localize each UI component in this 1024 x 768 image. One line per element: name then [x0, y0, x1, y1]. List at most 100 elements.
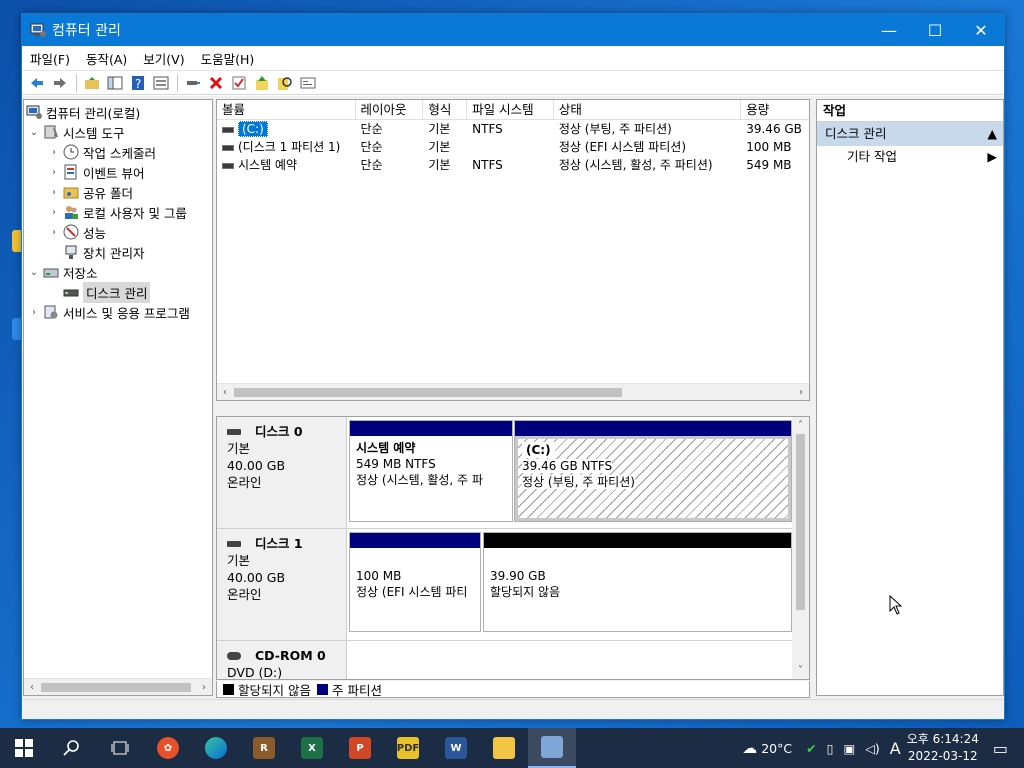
menu-view[interactable]: 보기(V)	[135, 49, 192, 68]
actions-group-disk-management[interactable]: 디스크 관리 ▲	[817, 122, 1003, 146]
menu-help[interactable]: 도움말(H)	[193, 49, 263, 68]
scrollbar-thumb[interactable]	[41, 683, 191, 692]
show-tree-icon[interactable]	[104, 73, 126, 93]
check-icon[interactable]	[228, 73, 250, 93]
connect-icon[interactable]	[182, 73, 204, 93]
edge-icon[interactable]	[192, 728, 240, 768]
weather-icon[interactable]: ☁	[742, 739, 757, 757]
tree-horizontal-scrollbar[interactable]: ‹ ›	[24, 678, 212, 695]
tree-item-task-scheduler[interactable]: › 작업 스케줄러	[48, 142, 156, 162]
tree-item-shared-folders[interactable]: › 공유 폴더	[48, 182, 133, 202]
start-icon[interactable]	[0, 728, 48, 768]
network-icon[interactable]: ▣	[843, 741, 855, 756]
scroll-down-icon[interactable]: ˅	[792, 662, 809, 679]
chevron-right-icon[interactable]: ›	[48, 167, 60, 178]
notification-icon[interactable]: ▭	[993, 739, 1008, 758]
disk-row[interactable]: 디스크 0 기본 40.00 GB 온라인 시스템 예약 549 MB NTFS…	[217, 417, 793, 529]
chevron-right-icon[interactable]: ›	[48, 227, 60, 238]
tree-item-disk-management[interactable]: 디스크 관리	[63, 281, 151, 303]
clock[interactable]: 오후 6:14:24 2022-03-12	[907, 731, 979, 765]
help-icon[interactable]: ?	[127, 73, 149, 93]
maximize-button[interactable]: ☐	[912, 14, 958, 46]
ime-indicator[interactable]: A	[890, 739, 901, 758]
winrar-icon[interactable]: R	[240, 728, 288, 768]
tree-item-local-users[interactable]: › 로컬 사용자 및 그룹	[48, 202, 187, 222]
menu-file[interactable]: 파일(F)	[22, 49, 78, 68]
disk-view-vertical-scrollbar[interactable]: ˄ ˅	[792, 417, 809, 679]
search-icon[interactable]	[48, 728, 96, 768]
storage-icon	[43, 268, 59, 278]
file-explorer-icon[interactable]	[480, 728, 528, 768]
scrollbar-thumb[interactable]	[234, 388, 622, 397]
legend-primary: 주 파티션	[331, 682, 382, 698]
partition[interactable]: 시스템 예약 549 MB NTFS 정상 (시스템, 활성, 주 파	[349, 420, 513, 522]
scroll-up-icon[interactable]: ˄	[792, 417, 809, 434]
tree-item-storage[interactable]: ⌄ 저장소	[28, 262, 98, 282]
tree-item-event-viewer[interactable]: › 이벤트 뷰어	[48, 162, 144, 182]
column-header-status[interactable]: 상태	[554, 100, 742, 119]
column-header-volume[interactable]: 볼륨	[217, 100, 356, 119]
chevron-right-icon[interactable]: ›	[48, 187, 60, 198]
chevron-right-icon[interactable]: ›	[48, 207, 60, 218]
tree-item-device-manager[interactable]: 장치 관리자	[63, 242, 144, 262]
tree-item-root[interactable]: 컴퓨터 관리(로컬)	[26, 102, 140, 122]
disk-row[interactable]: CD-ROM 0 DVD (D:)	[217, 641, 793, 679]
scroll-right-icon[interactable]: ›	[196, 679, 212, 695]
partition-selected[interactable]: (C:) 39.46 GB NTFS 정상 (부팅, 주 파티션)	[514, 420, 792, 522]
disk-info[interactable]: CD-ROM 0 DVD (D:)	[217, 641, 347, 679]
partition-unallocated[interactable]: 39.90 GB 할당되지 않음	[483, 532, 792, 632]
rescan-icon[interactable]	[297, 73, 319, 93]
partition-status: 정상 (부팅, 주 파티션)	[522, 475, 635, 489]
chevron-down-icon[interactable]: ⌄	[28, 127, 40, 138]
action-more-actions[interactable]: 기타 작업 ▶	[817, 146, 1003, 168]
chevron-right-icon[interactable]: ›	[48, 147, 60, 158]
chevron-right-icon[interactable]: ›	[28, 307, 40, 318]
volume-icon	[222, 162, 234, 169]
disk-row[interactable]: 디스크 1 기본 40.00 GB 온라인 100 MB 정상 (EFI 시스템…	[217, 529, 793, 641]
partition[interactable]: 100 MB 정상 (EFI 시스템 파티	[349, 532, 481, 632]
table-row[interactable]: (C:) 단순 기본 NTFS 정상 (부팅, 주 파티션) 39.46 GB	[217, 120, 809, 138]
properties-view-icon[interactable]	[150, 73, 172, 93]
excel-icon[interactable]: X	[288, 728, 336, 768]
paint-app-icon[interactable]: ✿	[144, 728, 192, 768]
minimize-button[interactable]: —	[866, 14, 912, 46]
disk-info[interactable]: 디스크 0 기본 40.00 GB 온라인	[217, 417, 347, 528]
table-row[interactable]: (디스크 1 파티션 1) 단순 기본 정상 (EFI 시스템 파티션) 100…	[217, 138, 809, 156]
usb-icon[interactable]: ▯	[827, 741, 834, 756]
scrollbar-thumb[interactable]	[796, 434, 805, 610]
menu-action[interactable]: 동작(A)	[78, 49, 135, 68]
scroll-left-icon[interactable]: ‹	[217, 384, 233, 400]
export-icon[interactable]	[251, 73, 273, 93]
powerpoint-icon[interactable]: P	[336, 728, 384, 768]
search-icon[interactable]	[274, 73, 296, 93]
column-header-capacity[interactable]: 용량	[741, 100, 809, 119]
column-header-filesystem[interactable]: 파일 시스템	[467, 100, 554, 119]
column-header-type[interactable]: 형식	[423, 100, 468, 119]
volume-name: (디스크 1 파티션 1)	[238, 140, 341, 154]
folder-up-icon[interactable]	[81, 73, 103, 93]
scroll-left-icon[interactable]: ‹	[24, 679, 40, 695]
close-button[interactable]: ✕	[958, 14, 1004, 46]
computer-management-icon[interactable]	[528, 728, 576, 768]
pdf-icon[interactable]: PDF	[384, 728, 432, 768]
tree-item-system-tools[interactable]: ⌄ 시스템 도구	[28, 122, 124, 142]
tree-item-performance[interactable]: › 성능	[48, 222, 106, 242]
chevron-down-icon[interactable]: ⌄	[28, 267, 40, 278]
collapse-icon[interactable]: ▲	[987, 122, 997, 146]
volume-icon[interactable]: ◁)	[865, 741, 880, 756]
tree-label: 서비스 및 응용 프로그램	[63, 305, 190, 321]
task-view-icon[interactable]	[96, 728, 144, 768]
scroll-right-icon[interactable]: ›	[793, 384, 809, 400]
security-icon[interactable]: ✔	[806, 741, 816, 756]
word-icon[interactable]: W	[432, 728, 480, 768]
tree-item-services[interactable]: › 서비스 및 응용 프로그램	[28, 302, 190, 322]
forward-arrow-icon[interactable]	[49, 73, 71, 93]
delete-icon[interactable]	[205, 73, 227, 93]
back-arrow-icon[interactable]	[26, 73, 48, 93]
table-row[interactable]: 시스템 예약 단순 기본 NTFS 정상 (시스템, 활성, 주 파티션) 54…	[217, 156, 809, 174]
disk-info[interactable]: 디스크 1 기본 40.00 GB 온라인	[217, 529, 347, 640]
weather-temp[interactable]: 20°C	[761, 741, 792, 756]
legend-swatch-primary	[316, 683, 328, 695]
volume-list-horizontal-scrollbar[interactable]: ‹ ›	[217, 383, 809, 400]
column-header-layout[interactable]: 레이아웃	[356, 100, 424, 119]
